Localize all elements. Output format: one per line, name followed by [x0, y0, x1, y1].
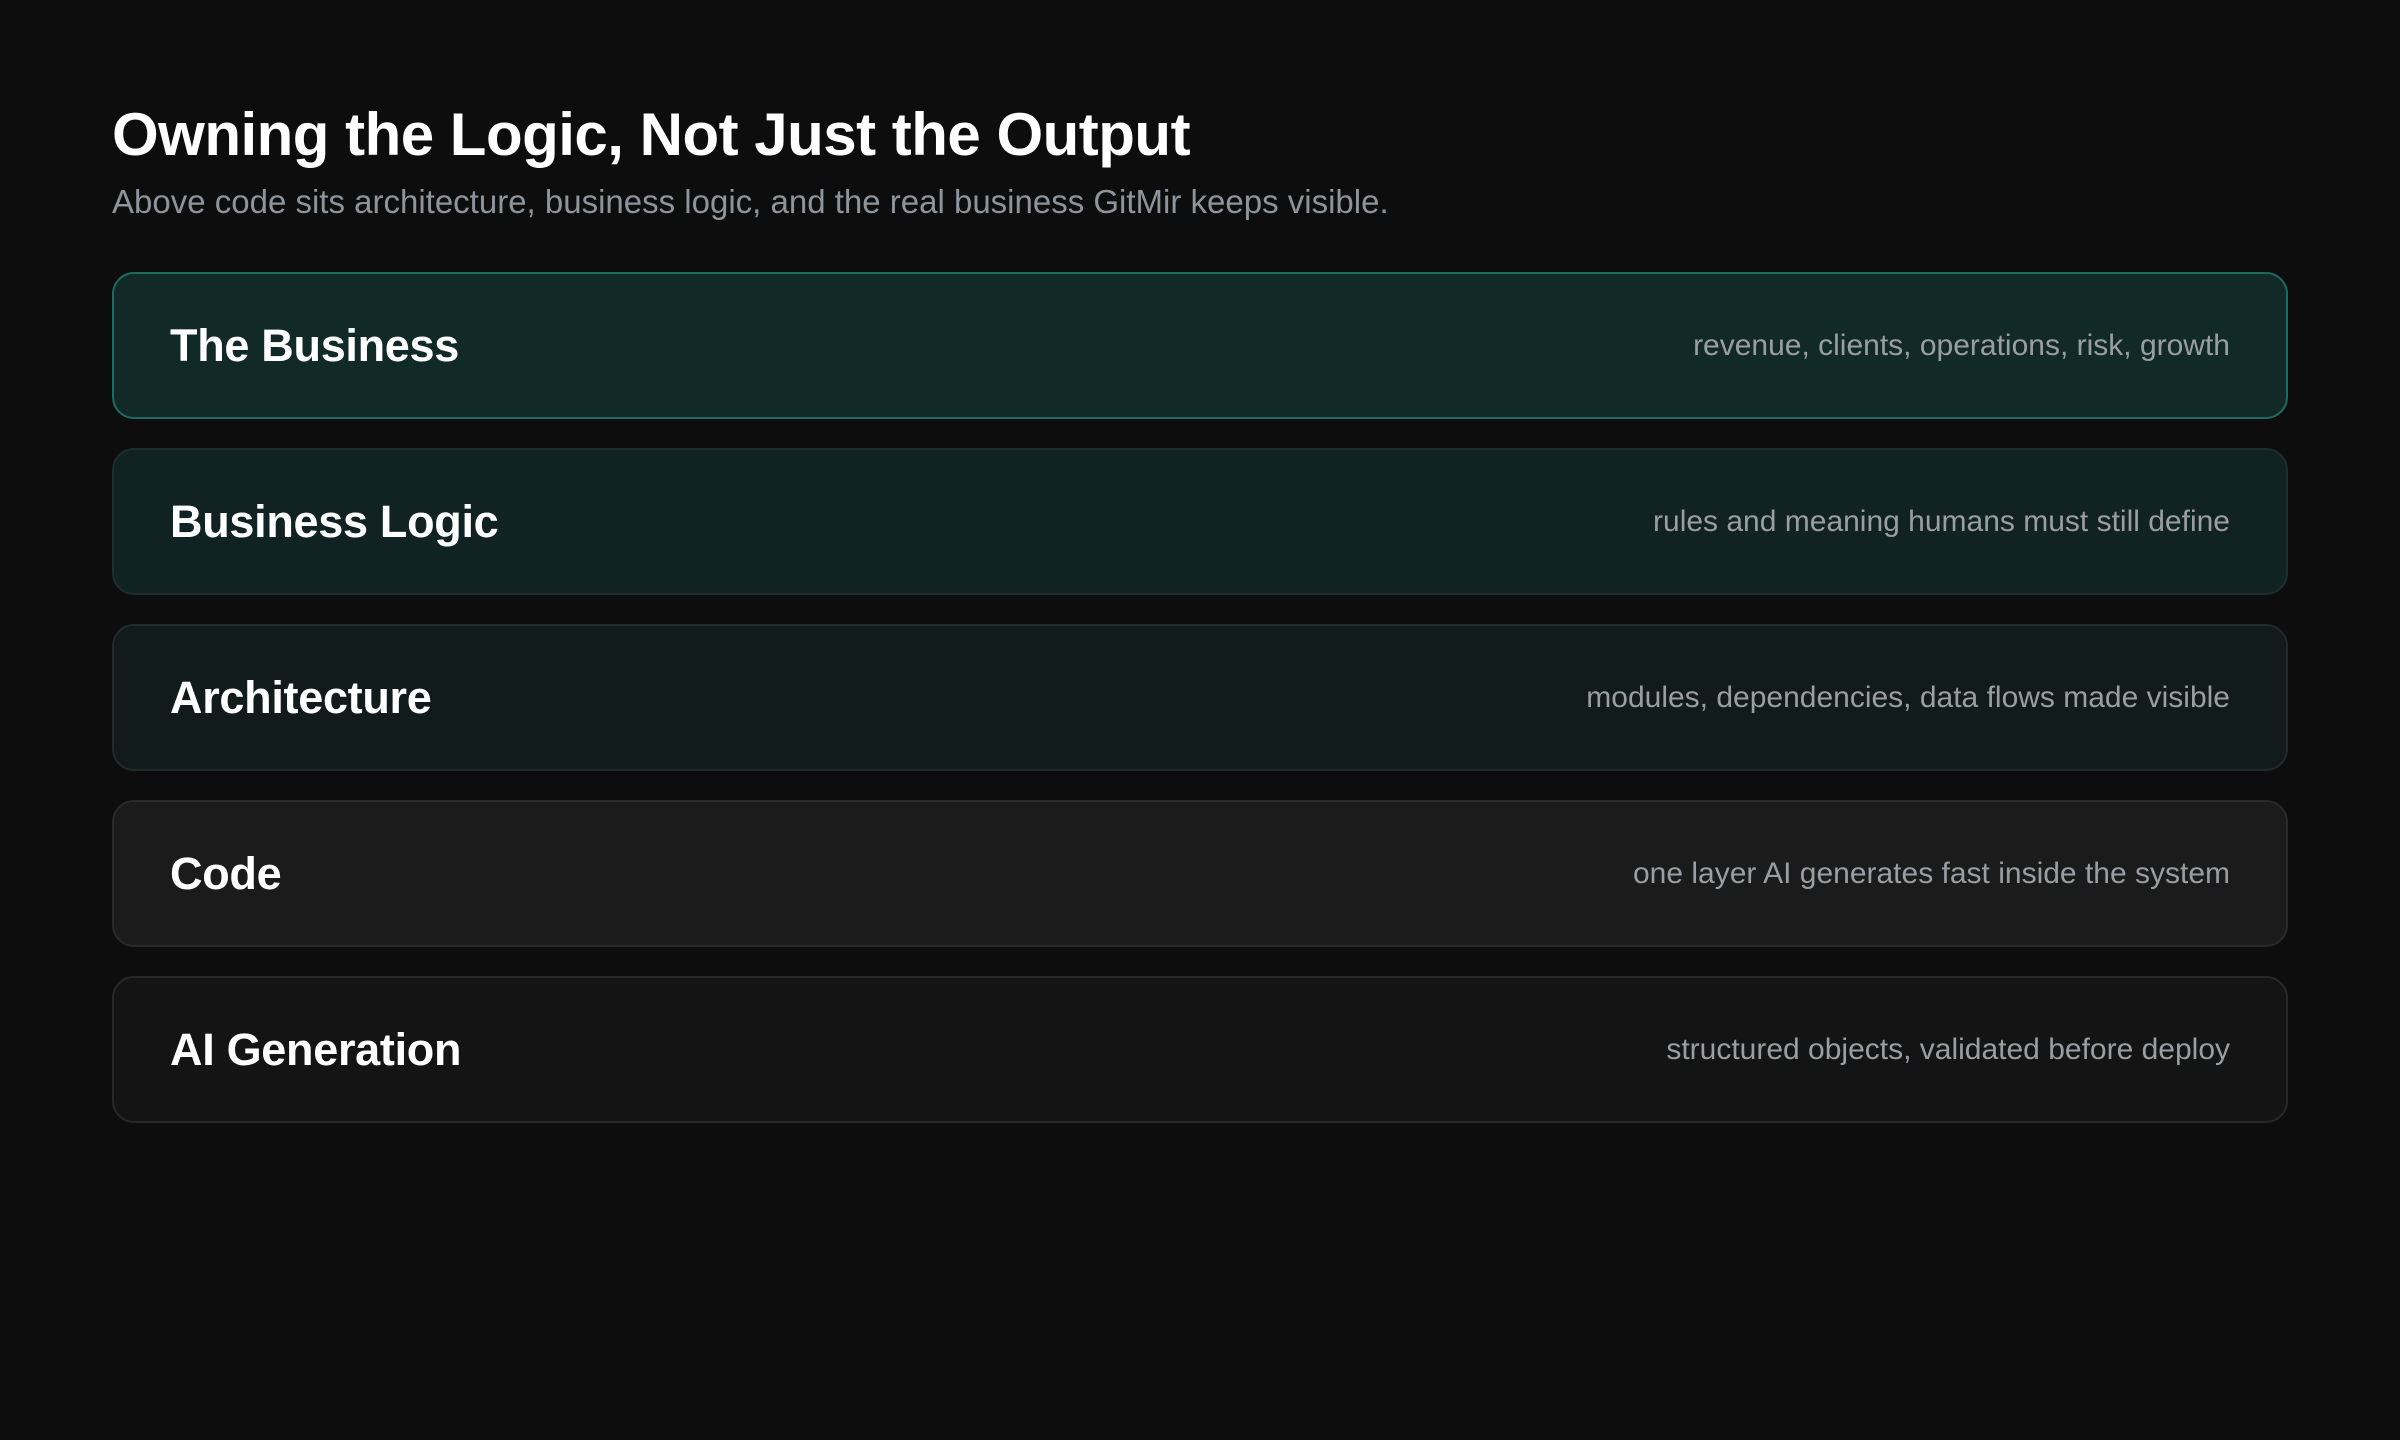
layer-the-business[interactable]: The Business revenue, clients, operation… — [112, 272, 2288, 419]
layer-name: Code — [170, 847, 282, 899]
layer-code[interactable]: Code one layer AI generates fast inside … — [112, 800, 2288, 947]
layer-description: one layer AI generates fast inside the s… — [1633, 856, 2230, 890]
layer-name: AI Generation — [170, 1023, 462, 1075]
layer-description: revenue, clients, operations, risk, grow… — [1693, 328, 2230, 362]
layer-name: The Business — [170, 319, 459, 371]
page-title: Owning the Logic, Not Just the Output — [112, 101, 1191, 168]
layer-description: rules and meaning humans must still defi… — [1653, 504, 2230, 538]
layer-architecture[interactable]: Architecture modules, dependencies, data… — [112, 624, 2288, 771]
layer-ai-generation[interactable]: AI Generation structured objects, valida… — [112, 976, 2288, 1123]
layer-stack: The Business revenue, clients, operation… — [112, 272, 2288, 1123]
layer-name: Architecture — [170, 671, 432, 723]
layer-business-logic[interactable]: Business Logic rules and meaning humans … — [112, 448, 2288, 595]
page: Owning the Logic, Not Just the Output Ab… — [0, 0, 2400, 1440]
layer-description: modules, dependencies, data flows made v… — [1586, 680, 2230, 714]
page-subtitle: Above code sits architecture, business l… — [112, 183, 1389, 220]
layer-name: Business Logic — [170, 495, 499, 547]
layer-description: structured objects, validated before dep… — [1666, 1032, 2230, 1066]
